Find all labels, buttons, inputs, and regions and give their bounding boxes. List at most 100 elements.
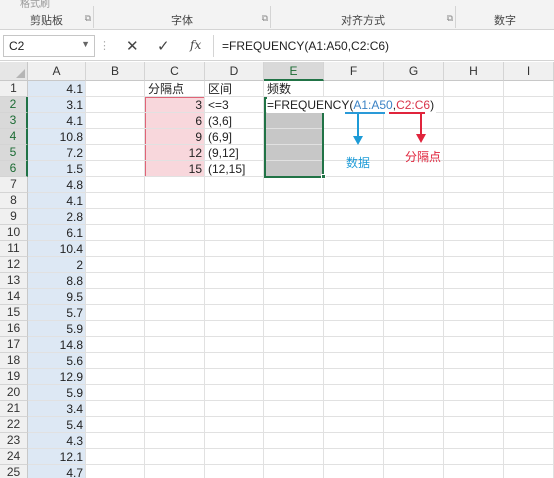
cell-a3[interactable]: 4.1: [28, 113, 85, 129]
cell-a16[interactable]: 5.9: [28, 321, 85, 337]
row-header-18[interactable]: 18: [0, 353, 28, 369]
chevron-down-icon[interactable]: ▼: [81, 39, 90, 49]
cell-a7[interactable]: 4.8: [28, 177, 85, 193]
cell-a12[interactable]: 2: [28, 257, 85, 273]
cell-a15[interactable]: 5.7: [28, 305, 85, 321]
cell-a14[interactable]: 9.5: [28, 289, 85, 305]
row-header-14[interactable]: 14: [0, 289, 28, 305]
enter-check-icon[interactable]: ✓: [157, 37, 170, 55]
cancel-icon[interactable]: ✕: [126, 37, 139, 55]
cell-c6[interactable]: 15: [145, 161, 204, 177]
row-header-19[interactable]: 19: [0, 369, 28, 385]
formula-ref-data: A1:A50: [353, 98, 393, 112]
grid-row-line: [28, 256, 554, 257]
row-header-10[interactable]: 10: [0, 225, 28, 241]
cell-c4[interactable]: 9: [145, 129, 204, 145]
cell-a18[interactable]: 5.6: [28, 353, 85, 369]
row-header-15[interactable]: 15: [0, 305, 28, 321]
ribbon-group-clipboard: 剪贴板 ⧉: [0, 12, 93, 27]
row-header-25[interactable]: 25: [0, 465, 28, 478]
cell-a25[interactable]: 4.7: [28, 465, 85, 478]
cell-d2[interactable]: <=3: [208, 97, 229, 113]
header-frequency[interactable]: 频数: [267, 81, 291, 97]
grid-row-line: [28, 368, 554, 369]
cell-d5[interactable]: (9,12]: [208, 145, 239, 161]
column-header-i[interactable]: I: [504, 62, 554, 81]
column-header-c[interactable]: C: [145, 62, 205, 81]
row-header-5[interactable]: 5: [0, 145, 28, 161]
format-painter-label[interactable]: 格式刷: [20, 0, 50, 10]
row-header-9[interactable]: 9: [0, 209, 28, 225]
grid-row-line: [28, 464, 554, 465]
worksheet-grid[interactable]: ABCDEFGHI 1 2 3 4 5 6 7 8 9 10 11 12 13 14 15 16 17 18 19 2…: [0, 62, 554, 478]
row-header-6[interactable]: 6: [0, 161, 28, 177]
row-header-8[interactable]: 8: [0, 193, 28, 209]
row-header-11[interactable]: 11: [0, 241, 28, 257]
row-header-12[interactable]: 12: [0, 257, 28, 273]
cell-c2[interactable]: 3: [145, 97, 204, 113]
row-header-17[interactable]: 17: [0, 337, 28, 353]
row-header-16[interactable]: 16: [0, 321, 28, 337]
cell-a11[interactable]: 10.4: [28, 241, 85, 257]
column-header-e[interactable]: E: [264, 62, 324, 81]
row-header-24[interactable]: 24: [0, 449, 28, 465]
cell-a24[interactable]: 12.1: [28, 449, 85, 465]
dialog-launcher-icon[interactable]: ⧉: [262, 13, 268, 24]
cell-a2[interactable]: 3.1: [28, 97, 85, 113]
column-header-g[interactable]: G: [384, 62, 444, 81]
dialog-launcher-icon[interactable]: ⧉: [447, 13, 453, 24]
formula-input[interactable]: =FREQUENCY(A1:A50,C2:C6): [213, 35, 554, 57]
row-header-13[interactable]: 13: [0, 273, 28, 289]
column-header-d[interactable]: D: [205, 62, 264, 81]
ribbon-group-alignment: 对齐方式 ⧉: [271, 12, 455, 27]
cell-c3[interactable]: 6: [145, 113, 204, 129]
arrow-down-icon: [353, 136, 363, 145]
row-header-21[interactable]: 21: [0, 401, 28, 417]
cell-a19[interactable]: 12.9: [28, 369, 85, 385]
cell-a9[interactable]: 2.8: [28, 209, 85, 225]
cell-a17[interactable]: 14.8: [28, 337, 85, 353]
row-header-4[interactable]: 4: [0, 129, 28, 145]
cell-a4[interactable]: 10.8: [28, 129, 85, 145]
row-header-23[interactable]: 23: [0, 433, 28, 449]
cell-a6[interactable]: 1.5: [28, 161, 85, 177]
row-header-2[interactable]: 2: [0, 97, 28, 113]
insert-function-icon[interactable]: fx: [190, 38, 201, 52]
name-box[interactable]: C2 ▼: [3, 35, 95, 57]
cell-a21[interactable]: 3.4: [28, 401, 85, 417]
cell-d4[interactable]: (6,9]: [208, 129, 232, 145]
row-header-1[interactable]: 1: [0, 81, 28, 97]
grid-row-line: [28, 272, 554, 273]
column-header-a[interactable]: A: [28, 62, 86, 81]
grid-row-line: [28, 240, 554, 241]
grid-col-line: [503, 81, 504, 478]
fill-handle[interactable]: [321, 174, 326, 179]
grid-row-line: [28, 352, 554, 353]
header-interval[interactable]: 区间: [208, 81, 232, 97]
cell-a13[interactable]: 8.8: [28, 273, 85, 289]
row-header-20[interactable]: 20: [0, 385, 28, 401]
grid-col-line: [85, 81, 86, 478]
grid-col-line: [204, 81, 205, 478]
row-header-3[interactable]: 3: [0, 113, 28, 129]
dialog-launcher-icon[interactable]: ⧉: [85, 13, 91, 24]
cell-a1[interactable]: 4.1: [28, 81, 85, 97]
row-header-22[interactable]: 22: [0, 417, 28, 433]
cell-a8[interactable]: 4.1: [28, 193, 85, 209]
select-all-button[interactable]: [0, 62, 28, 81]
resize-handle-icon[interactable]: ⋮: [99, 39, 110, 52]
cell-d6[interactable]: (12,15]: [208, 161, 245, 177]
header-breakpoints[interactable]: 分隔点: [148, 81, 184, 97]
column-header-h[interactable]: H: [444, 62, 504, 81]
cell-a23[interactable]: 4.3: [28, 433, 85, 449]
formula-edit-cell[interactable]: =FREQUENCY(A1:A50,C2:C6): [267, 97, 437, 113]
column-header-f[interactable]: F: [324, 62, 384, 81]
row-header-7[interactable]: 7: [0, 177, 28, 193]
cell-a10[interactable]: 6.1: [28, 225, 85, 241]
cell-a20[interactable]: 5.9: [28, 385, 85, 401]
column-header-b[interactable]: B: [86, 62, 145, 81]
cell-c5[interactable]: 12: [145, 145, 204, 161]
cell-a22[interactable]: 5.4: [28, 417, 85, 433]
cell-a5[interactable]: 7.2: [28, 145, 85, 161]
cell-d3[interactable]: (3,6]: [208, 113, 232, 129]
